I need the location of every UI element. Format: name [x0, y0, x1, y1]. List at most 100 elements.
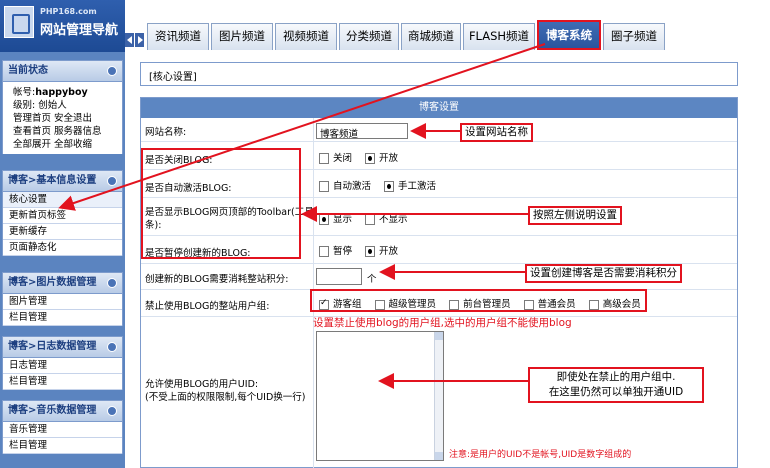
section-title: 博客>音乐数据管理	[8, 405, 97, 416]
sidebar-item-static-pages[interactable]: 页面静态化	[3, 240, 122, 256]
callout-uid-line2: 在这里仍然可以单独开通UID	[548, 386, 684, 398]
callout-uid-line1: 即使处在禁止的用户组中.	[556, 371, 676, 383]
radio-icon[interactable]	[319, 153, 329, 164]
sidebar-item-core-settings[interactable]: 核心设置	[3, 192, 122, 208]
show-toolbar-label: 显示	[333, 214, 353, 225]
uid-label: 允许使用BLOG的用户UID:	[145, 379, 259, 390]
close-option-label: 关闭	[333, 153, 353, 164]
left-description-highlight	[141, 148, 301, 259]
open-new-option-label: 开放	[379, 246, 399, 257]
show-toolbar-option[interactable]: 显示	[319, 211, 352, 225]
sidebar-item-log-manage[interactable]: 日志管理	[3, 358, 122, 374]
callout-groups: 设置禁止使用blog的用户组,选中的用户组不能使用blog	[313, 317, 572, 329]
view-links[interactable]: 查看首页 服务器信息	[3, 125, 122, 138]
radio-icon[interactable]	[319, 181, 329, 192]
section-title: 博客>图片数据管理	[8, 277, 97, 288]
admin-links[interactable]: 管理首页 安全退出	[3, 112, 122, 125]
channel-tabbar: 资讯频道 图片频道 视频频道 分类频道 商城频道 FLASH频道 博客系统 圈子…	[125, 0, 770, 50]
open-option-label: 开放	[379, 153, 399, 164]
sidebar-item-image-manage[interactable]: 图片管理	[3, 294, 122, 310]
brand-site: PHP168.com	[40, 7, 97, 16]
level-line: 级别: 创始人	[13, 100, 67, 111]
tab-video[interactable]: 视频频道	[275, 23, 337, 50]
site-name-label: 网站名称:	[145, 127, 187, 138]
auto-activate-option[interactable]: 自动激活	[319, 178, 371, 192]
collapse-icon[interactable]	[107, 176, 117, 186]
sidebar-item-music-columns[interactable]: 栏目管理	[3, 438, 122, 454]
expand-links[interactable]: 全部展开 全部收缩	[3, 138, 122, 151]
account-value: happyboy	[35, 87, 88, 98]
scroll-right-icon[interactable]	[135, 33, 144, 47]
auto-activate-option-label: 自动激活	[333, 181, 372, 192]
toolbar-options: 显示 不显示	[319, 211, 418, 225]
site-name-input[interactable]: 博客频道	[316, 123, 408, 140]
section-body: 日志管理 栏目管理	[2, 358, 123, 390]
points-label: 创建新的BLOG需要消耗整站积分:	[145, 274, 289, 285]
section-header[interactable]: 博客>音乐数据管理	[2, 400, 123, 422]
radio-icon[interactable]	[319, 246, 329, 257]
radio-icon[interactable]	[365, 214, 376, 225]
uid-note: 注意:是用户的UID不是帐号,UID是数字组成的	[449, 450, 632, 460]
manual-activate-option[interactable]: 手工激活	[384, 178, 436, 192]
brand-logo: PHP168.com 网站管理导航	[0, 0, 125, 52]
section-title: 博客>基本信息设置	[8, 175, 97, 186]
pause-blog-options: 暂停 开放	[319, 243, 408, 257]
hide-toolbar-label: 不显示	[379, 214, 408, 225]
collapse-icon[interactable]	[107, 406, 117, 416]
panel-title: 博客设置	[141, 98, 737, 118]
manual-activate-option-label: 手工激活	[398, 181, 437, 192]
groups-label: 禁止使用BLOG的整站用户组:	[145, 301, 270, 312]
breadcrumb: [核心设置]	[140, 62, 738, 86]
pause-option[interactable]: 暂停	[319, 243, 352, 257]
uid-scrollbar[interactable]	[434, 332, 443, 460]
tab-shop[interactable]: 商城频道	[401, 23, 461, 50]
open-new-option[interactable]: 开放	[365, 243, 398, 257]
image-data-section: 博客>图片数据管理 图片管理 栏目管理	[2, 272, 123, 326]
points-input[interactable]	[316, 268, 362, 285]
tab-circle[interactable]: 圈子频道	[603, 23, 665, 50]
sidebar-item-music-manage[interactable]: 音乐管理	[3, 422, 122, 438]
pause-option-label: 暂停	[333, 246, 353, 257]
callout-site-name: 设置网站名称	[460, 123, 533, 142]
tab-classified[interactable]: 分类频道	[339, 23, 399, 50]
basic-settings-section: 博客>基本信息设置 核心设置 更新首页标签 更新缓存 页面静态化	[2, 170, 123, 256]
hide-toolbar-option[interactable]: 不显示	[365, 211, 408, 225]
logo-icon	[4, 6, 34, 38]
section-header[interactable]: 博客>图片数据管理	[2, 272, 123, 294]
collapse-icon[interactable]	[107, 66, 117, 76]
radio-checked-icon[interactable]	[319, 214, 329, 225]
points-unit: 个	[367, 274, 377, 285]
section-header[interactable]: 博客>日志数据管理	[2, 336, 123, 358]
sidebar-item-update-cache[interactable]: 更新缓存	[3, 224, 122, 240]
section-header[interactable]: 博客>基本信息设置	[2, 170, 123, 192]
collapse-icon[interactable]	[107, 278, 117, 288]
sidebar-item-log-columns[interactable]: 栏目管理	[3, 374, 122, 390]
status-body: 帐号:happyboy 级别: 创始人 管理首页 安全退出 查看首页 服务器信息…	[2, 82, 123, 154]
scroll-left-icon[interactable]	[125, 33, 134, 47]
status-header[interactable]: 当前状态	[2, 60, 123, 82]
tab-flash[interactable]: FLASH频道	[463, 23, 535, 50]
radio-checked-icon[interactable]	[365, 246, 376, 257]
radio-checked-icon[interactable]	[365, 153, 376, 164]
sidebar-item-update-home-tags[interactable]: 更新首页标签	[3, 208, 122, 224]
scroll-up-icon[interactable]	[435, 332, 443, 340]
collapse-icon[interactable]	[107, 342, 117, 352]
brand-title: 网站管理导航	[40, 23, 119, 38]
tab-news[interactable]: 资讯频道	[147, 23, 209, 50]
section-body: 音乐管理 栏目管理	[2, 422, 123, 454]
account-line: 帐号:happyboy	[3, 86, 122, 99]
tab-images[interactable]: 图片频道	[211, 23, 273, 50]
radio-checked-icon[interactable]	[384, 181, 395, 192]
tab-blog[interactable]: 博客系统	[537, 20, 601, 50]
uid-textarea[interactable]	[316, 331, 444, 461]
account-label: 帐号:	[13, 87, 36, 98]
sidebar-item-image-columns[interactable]: 栏目管理	[3, 310, 122, 326]
music-data-section: 博客>音乐数据管理 音乐管理 栏目管理	[2, 400, 123, 454]
groups-highlight	[310, 289, 647, 312]
uid-hint: (不受上面的权限限制,每个UID换一行)	[145, 392, 306, 403]
close-option[interactable]: 关闭	[319, 150, 352, 164]
open-option[interactable]: 开放	[365, 150, 398, 164]
status-section: 当前状态 帐号:happyboy 级别: 创始人 管理首页 安全退出 查看首页 …	[2, 60, 123, 154]
section-body: 图片管理 栏目管理	[2, 294, 123, 326]
scroll-down-icon[interactable]	[435, 452, 443, 460]
